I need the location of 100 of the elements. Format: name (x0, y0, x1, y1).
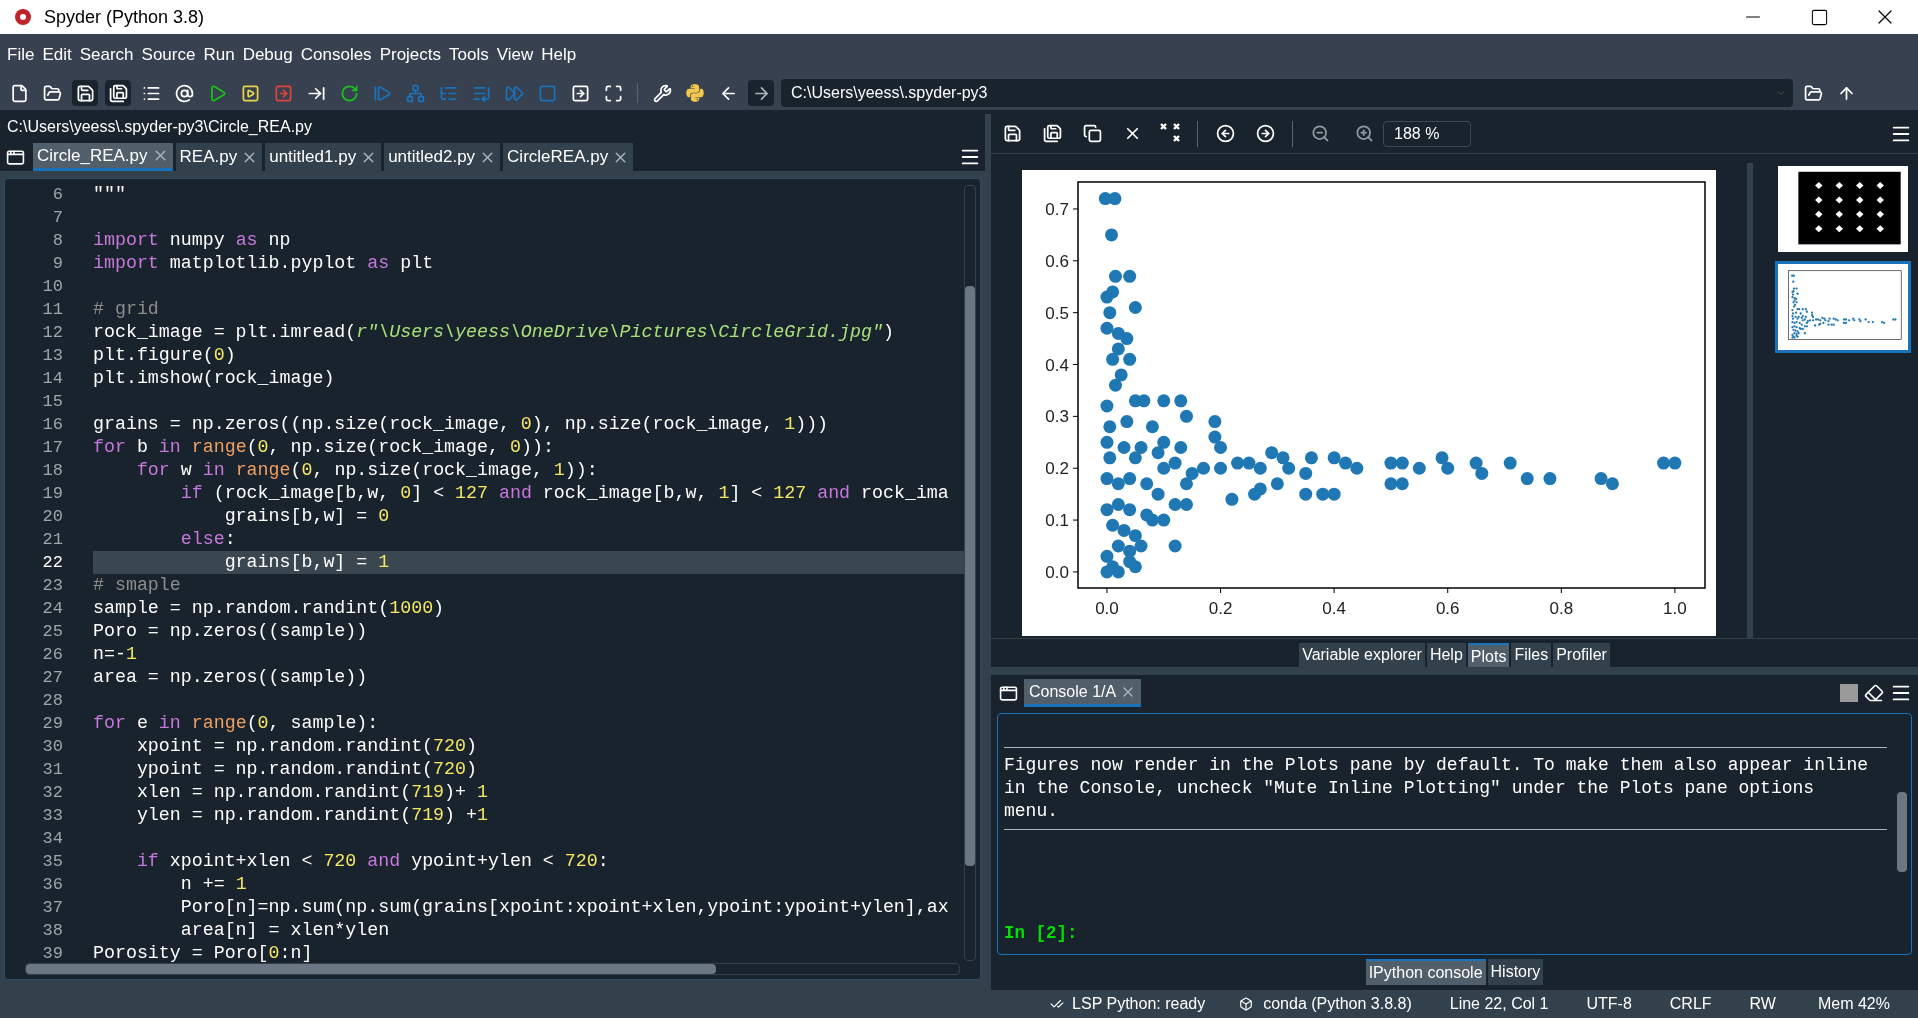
data-point (1106, 285, 1120, 299)
data-point (1384, 456, 1398, 470)
line-number: 15 (42, 391, 63, 413)
data-point (1475, 466, 1489, 480)
data-point (1111, 342, 1125, 356)
code-line: area = np.zeros((sample)) (93, 667, 368, 687)
pane-tab[interactable]: Files (1511, 643, 1552, 667)
data-point (1106, 352, 1120, 366)
data-point (1469, 456, 1483, 470)
path-field[interactable]: C:\Users\yeess\.spyder-py3 (781, 79, 1793, 107)
data-point (1197, 461, 1210, 475)
line-number: 38 (42, 920, 63, 942)
pane-tab[interactable]: History (1487, 959, 1544, 985)
line-number: 23 (42, 575, 63, 597)
data-point (1168, 539, 1182, 553)
vertical-scrollbar[interactable] (964, 185, 976, 961)
data-point (1299, 487, 1313, 501)
data-point (1157, 394, 1171, 408)
menu-item[interactable]: Search (79, 42, 134, 68)
data-point (1299, 466, 1313, 480)
pane-tab[interactable]: Variable explorer (1299, 643, 1425, 667)
code-line: xpoint = np.random.randint(720) (135, 736, 477, 756)
line-number: 22 (42, 552, 63, 574)
tick-label: 0.0 (1045, 562, 1069, 582)
pane-tab[interactable]: IPython console (1365, 959, 1486, 985)
zoom-field[interactable]: 188 % (1383, 120, 1471, 147)
line-number: 9 (52, 253, 63, 275)
line-number: 35 (42, 851, 63, 873)
line-number: 37 (42, 897, 63, 919)
status-env: conda (Python 3.8.8) (1263, 994, 1412, 1014)
code-line: sample = np.random.randint(1000) (93, 598, 445, 618)
code-line: # smaple (93, 575, 181, 595)
code-line: """ (93, 184, 126, 204)
line-number: 30 (42, 736, 63, 758)
data-point (1128, 560, 1142, 574)
status-memory: Mem 42% (1817, 994, 1890, 1014)
line-number: 8 (52, 230, 63, 252)
editor-tab[interactable]: CircleREA.py (503, 143, 634, 171)
data-point (1111, 498, 1125, 511)
save-all-icon[interactable] (105, 80, 131, 106)
data-point (1106, 518, 1120, 532)
horizontal-scrollbar[interactable] (25, 963, 960, 975)
data-point (1657, 456, 1671, 470)
code-line: for e in range(0, sample): (93, 713, 379, 733)
menu-item[interactable]: File (7, 42, 35, 68)
menu-item[interactable]: Consoles (300, 42, 372, 68)
tick-label: 0.0 (1095, 599, 1119, 618)
forward-icon[interactable] (748, 80, 774, 106)
pane-tab[interactable]: Plots (1467, 643, 1510, 667)
data-point (1108, 192, 1122, 206)
data-point (1100, 321, 1114, 335)
editor-tab[interactable]: REA.py (175, 143, 263, 171)
data-point (1265, 446, 1279, 460)
plot-thumbnail[interactable] (1774, 261, 1911, 353)
data-point (1435, 451, 1449, 465)
data-point (1109, 269, 1122, 283)
save-icon[interactable] (72, 80, 98, 106)
code-line: import numpy as np (93, 230, 291, 250)
data-point (1109, 378, 1122, 392)
code-line: xlen = np.random.randint(719)+ 1 (135, 782, 488, 802)
data-point (1395, 456, 1409, 470)
data-point (1282, 461, 1296, 475)
console-tab[interactable]: Console 1/A (1024, 679, 1142, 707)
data-point (1114, 368, 1128, 382)
data-point (1137, 394, 1151, 408)
menu-item[interactable]: Tools (449, 42, 489, 68)
editor-tab[interactable]: untitled2.py (384, 143, 501, 171)
code-line: area[n] = xlen*ylen (179, 920, 390, 940)
data-point (1225, 492, 1239, 506)
pane-tab[interactable]: Help (1426, 643, 1466, 667)
code-editor[interactable] (4, 178, 981, 980)
data-point (1208, 430, 1222, 444)
console-output[interactable]: Figures now render in the Plots pane by default. To make them also appear inline in the Console, uncheck "Mute Inline Plotting" under the Plots pane options menu. In [2]: (997, 713, 1912, 955)
menu-item[interactable]: Edit (42, 42, 72, 68)
data-point (1117, 441, 1131, 454)
tick-label: 0.6 (1045, 251, 1069, 271)
window-title: Spyder (Python 3.8) (44, 5, 205, 29)
data-point (1103, 451, 1117, 465)
data-point (1594, 472, 1608, 486)
menu-item[interactable]: Projects (379, 42, 442, 68)
menu-item[interactable]: Help (541, 42, 577, 68)
data-point (1327, 451, 1341, 465)
line-number: 27 (42, 667, 63, 689)
editor-tab[interactable]: Circle_REA.py (33, 143, 173, 171)
menu-item[interactable]: View (496, 42, 534, 68)
line-number: 14 (42, 368, 63, 390)
editor-tab[interactable]: untitled1.py (265, 143, 382, 171)
pane-tab[interactable]: Profiler (1553, 643, 1610, 667)
tick-label: 0.7 (1045, 199, 1069, 219)
menu-item[interactable]: Run (203, 42, 235, 68)
line-number: 26 (42, 644, 63, 666)
line-number: 31 (42, 759, 63, 781)
menu-item[interactable]: Debug (242, 42, 293, 68)
code-line: n=-1 (93, 644, 137, 664)
line-number: 19 (42, 483, 63, 505)
data-point (1100, 435, 1114, 449)
menu-item[interactable]: Source (141, 42, 196, 68)
data-point (1134, 539, 1148, 553)
data-point (1503, 456, 1517, 470)
code-line: grains[b,w] = 1 (223, 552, 390, 572)
